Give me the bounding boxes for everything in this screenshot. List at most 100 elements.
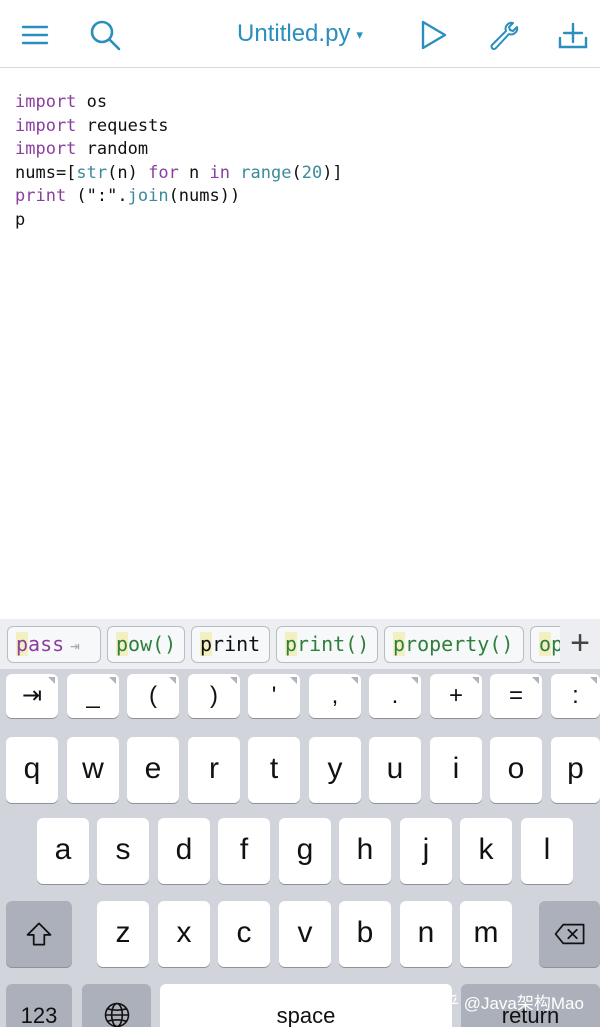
code-token: (nums)) <box>168 186 241 206</box>
key-w[interactable]: w <box>67 737 119 803</box>
suggestion-pass[interactable]: pass ⇥ <box>7 626 101 663</box>
code-token: ( <box>291 162 302 183</box>
key-label: ' <box>271 682 277 709</box>
key-open-paren[interactable]: ( <box>127 674 179 718</box>
corner-mark-icon <box>351 677 358 684</box>
key-v[interactable]: v <box>279 901 331 967</box>
code-token: requests <box>76 115 169 136</box>
code-editor[interactable]: import os import requests import random … <box>0 69 600 619</box>
key-label: ( <box>149 682 157 709</box>
corner-mark-icon <box>290 677 297 684</box>
key-m[interactable]: m <box>460 901 512 967</box>
key-f[interactable]: f <box>218 818 270 884</box>
match-highlight: p <box>116 632 129 656</box>
number-literal: 20 <box>301 162 323 183</box>
key-j[interactable]: j <box>400 818 452 884</box>
keyword: import <box>15 139 77 159</box>
code-line: nums=[str(n) for n in range(20)] <box>15 163 343 183</box>
corner-mark-icon <box>48 677 55 684</box>
key-equals[interactable]: = <box>490 674 542 718</box>
key-colon[interactable]: : <box>551 674 600 718</box>
key-a[interactable]: a <box>37 818 89 884</box>
key-s[interactable]: s <box>97 818 149 884</box>
key-b[interactable]: b <box>339 901 391 967</box>
globe-key[interactable] <box>82 984 151 1027</box>
key-h[interactable]: h <box>339 818 391 884</box>
key-l[interactable]: l <box>521 818 573 884</box>
key-plus[interactable]: + <box>430 674 482 718</box>
builtin: str <box>76 162 108 183</box>
key-label: + <box>448 682 463 709</box>
suggestion-label: ass <box>28 632 65 656</box>
shift-key[interactable] <box>6 901 72 967</box>
code-token: random <box>76 139 149 159</box>
suggestion-pow[interactable]: pow() <box>107 626 185 663</box>
suggestion-property[interactable]: property() <box>384 626 524 663</box>
code-line: print (":".join(nums)) <box>15 186 240 206</box>
code-line: import random <box>15 139 148 159</box>
key-p[interactable]: p <box>551 737 600 803</box>
corner-mark-icon <box>472 677 479 684</box>
key-e[interactable]: e <box>127 737 179 803</box>
key-g[interactable]: g <box>279 818 331 884</box>
key-quote[interactable]: ' <box>248 674 300 718</box>
code-token: n <box>178 162 210 183</box>
builtin: join <box>127 186 169 206</box>
code-text[interactable]: import os import requests import random … <box>15 91 343 232</box>
key-comma[interactable]: , <box>309 674 361 718</box>
suggestion-label: rint() <box>297 632 370 656</box>
plus-icon[interactable]: + <box>560 623 600 665</box>
add-icon[interactable] <box>556 18 590 52</box>
key-o[interactable]: o <box>490 737 542 803</box>
corner-mark-icon <box>169 677 176 684</box>
shift-icon <box>26 922 52 946</box>
chevron-down-icon[interactable]: ▾ <box>356 27 363 42</box>
keyword: import <box>15 115 77 136</box>
key-close-paren[interactable]: ) <box>188 674 240 718</box>
key-u[interactable]: u <box>369 737 421 803</box>
key-z[interactable]: z <box>97 901 149 967</box>
key-i[interactable]: i <box>430 737 482 803</box>
keyword: for <box>148 162 179 183</box>
key-label: : <box>572 682 579 709</box>
corner-mark-icon <box>109 677 116 684</box>
keyword: print <box>15 186 67 206</box>
key-label: , <box>331 682 339 709</box>
file-title-text[interactable]: Untitled.py <box>237 20 350 48</box>
key-c[interactable]: c <box>218 901 270 967</box>
key-r[interactable]: r <box>188 737 240 803</box>
code-line: p <box>15 209 26 230</box>
space-key[interactable]: space <box>160 984 452 1027</box>
key-y[interactable]: y <box>309 737 361 803</box>
key-d[interactable]: d <box>158 818 210 884</box>
key-n[interactable]: n <box>400 901 452 967</box>
suggestion-print[interactable]: print <box>191 626 270 663</box>
suggestion-bar: pass ⇥ pow() print print() property() op … <box>0 619 600 669</box>
delete-key[interactable] <box>539 901 600 967</box>
match-highlight: p <box>285 632 298 656</box>
key-label: ) <box>210 682 218 709</box>
symbol-row: ⇥ _ ( ) ' , . + = : <box>0 669 600 729</box>
key-k[interactable]: k <box>460 818 512 884</box>
code-token: (n) <box>107 162 149 183</box>
corner-mark-icon <box>411 677 418 684</box>
run-icon[interactable] <box>416 18 450 52</box>
suggestion-label: ow() <box>128 632 177 656</box>
wrench-icon[interactable] <box>486 18 520 52</box>
toolbar: Untitled.py ▾ <box>0 0 600 68</box>
key-x[interactable]: x <box>158 901 210 967</box>
numbers-key[interactable]: 123 <box>6 984 72 1027</box>
builtin: range <box>240 162 292 183</box>
match-highlight: p <box>393 632 406 656</box>
suggestion-label: roperty() <box>405 632 514 656</box>
key-period[interactable]: . <box>369 674 421 718</box>
key-tab[interactable]: ⇥ <box>6 674 58 718</box>
code-line: import os <box>15 92 107 112</box>
key-underscore[interactable]: _ <box>67 674 119 718</box>
suggestion-print-call[interactable]: print() <box>276 626 378 663</box>
globe-icon <box>104 1002 129 1027</box>
key-t[interactable]: t <box>248 737 300 803</box>
corner-mark-icon <box>532 677 539 684</box>
key-q[interactable]: q <box>6 737 58 803</box>
